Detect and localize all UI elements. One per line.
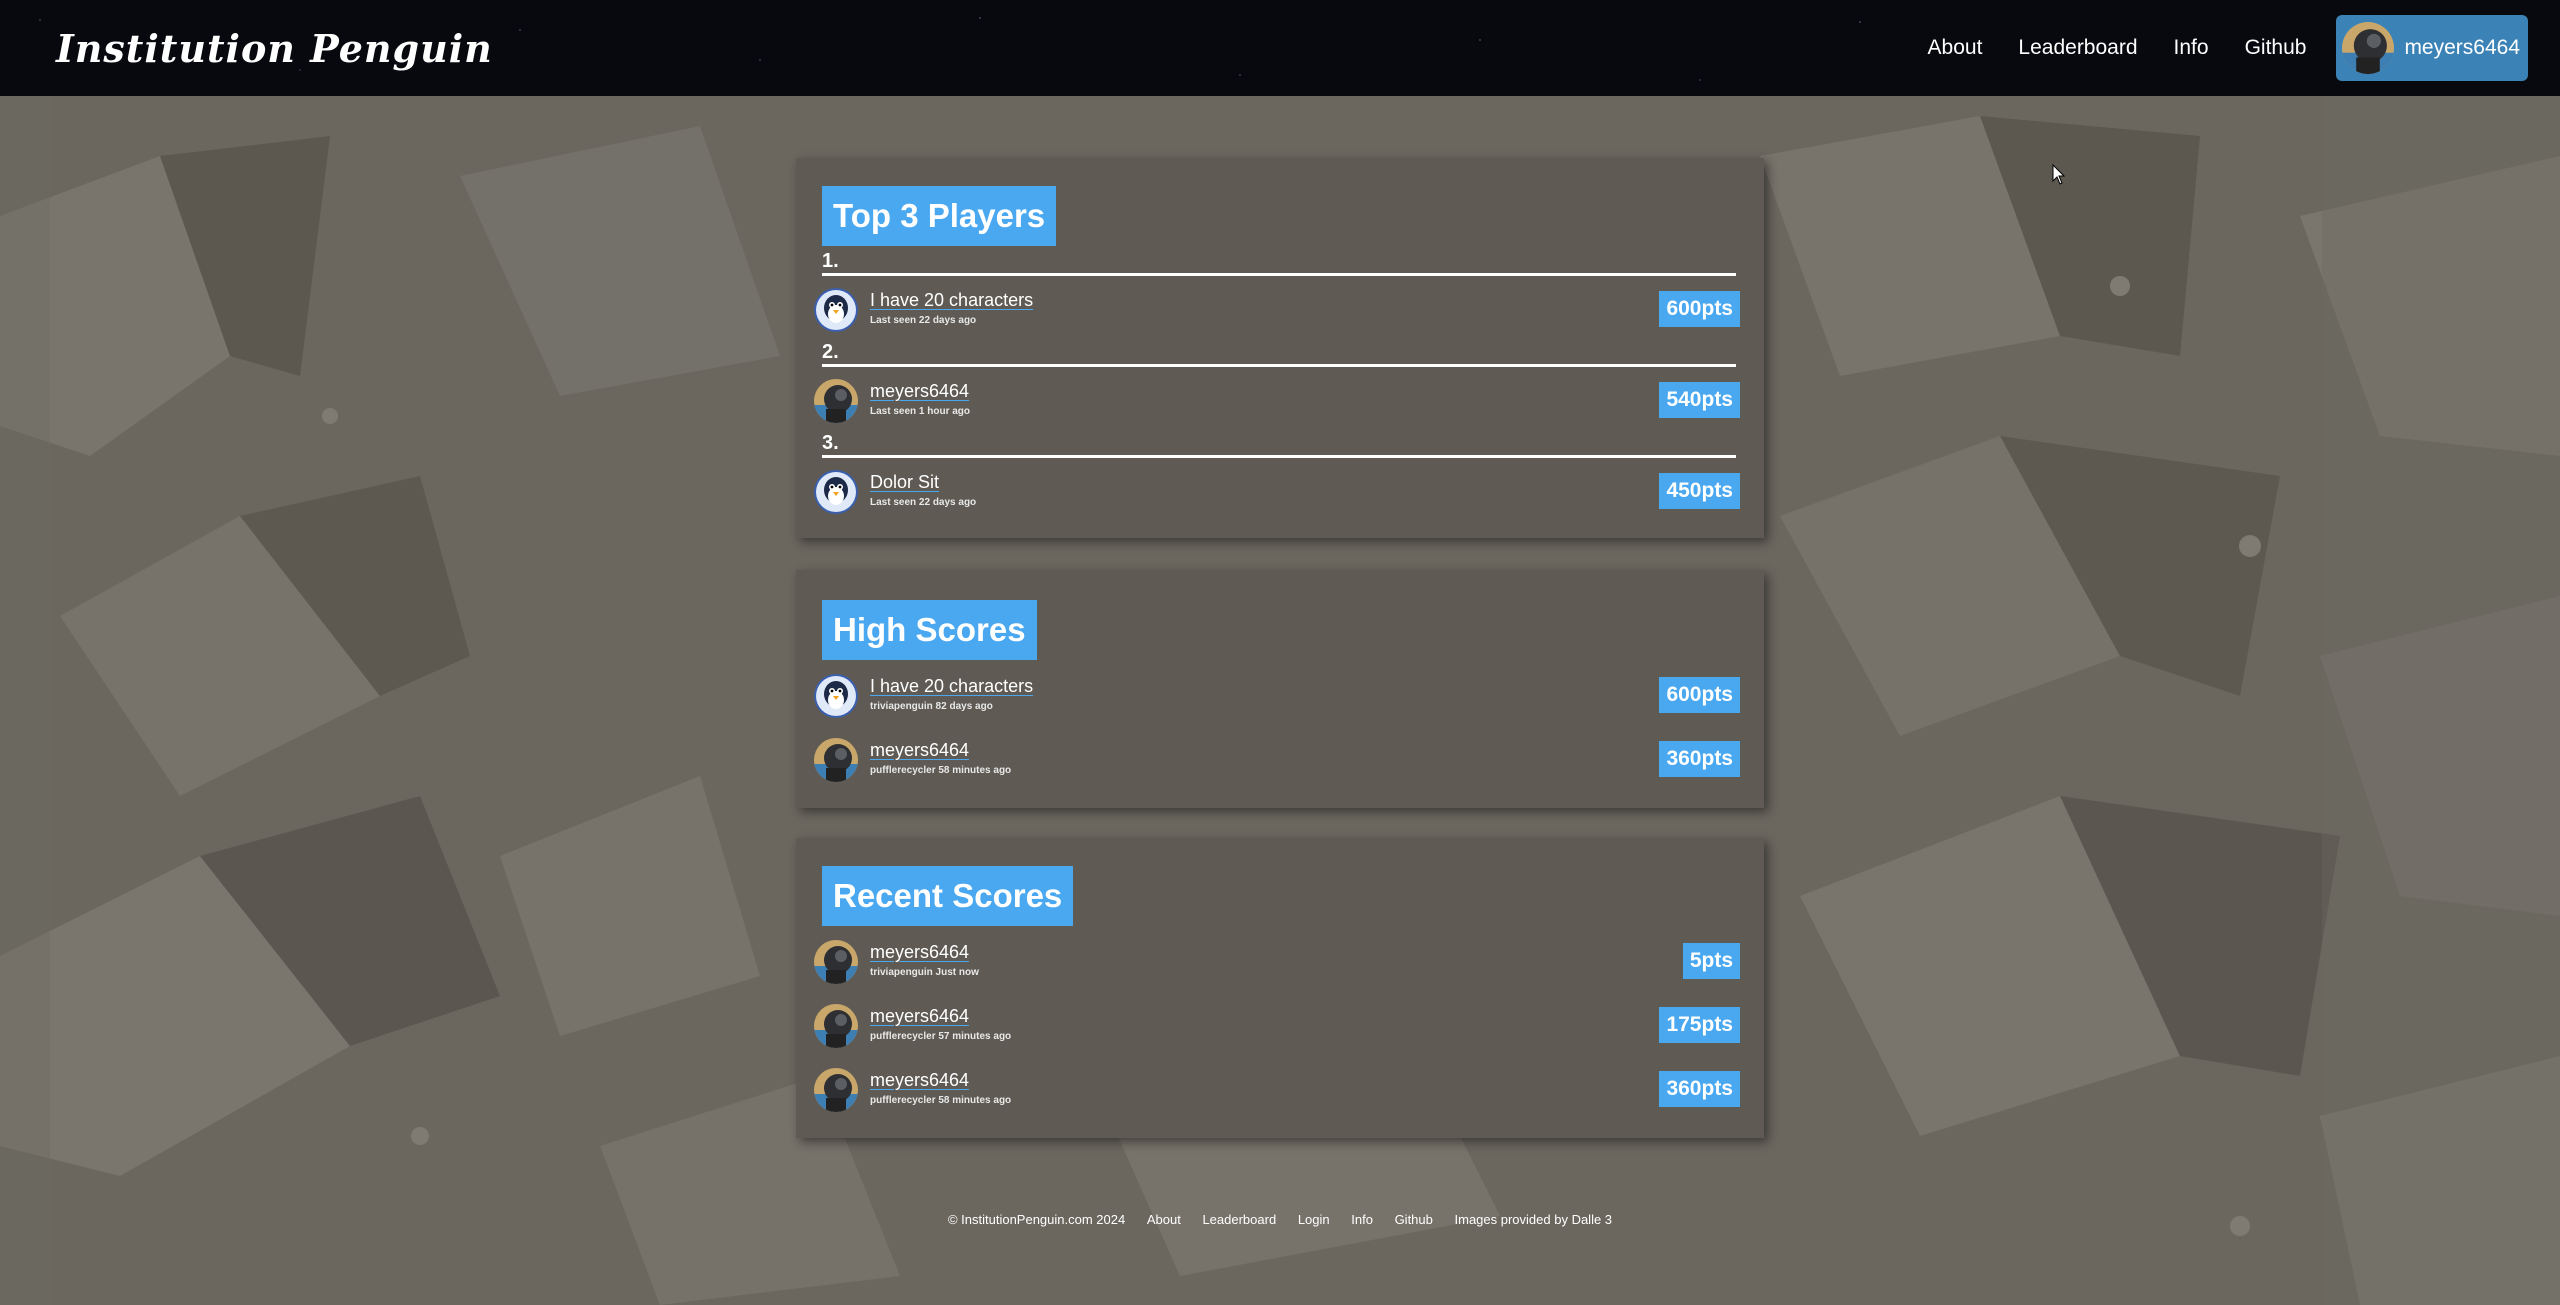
player-name-link[interactable]: meyers6464: [870, 1070, 969, 1091]
nav-links: About Leaderboard Info Github meyers6464: [1892, 14, 2528, 82]
nav-github-link[interactable]: Github: [2245, 36, 2307, 60]
rank-number: 2.: [822, 341, 839, 363]
footer-leaderboard-link[interactable]: Leaderboard: [1202, 1212, 1276, 1227]
score-row: meyers6464 pufflerecycler 58 minutes ago…: [814, 1066, 1740, 1114]
player-name-link[interactable]: I have 20 characters: [870, 676, 1033, 697]
user-name-label: meyers6464: [2404, 36, 2520, 59]
copyright-text: © InstitutionPenguin.com 2024: [947, 1212, 1126, 1227]
top-navbar: Institution Penguin About Leaderboard In…: [0, 0, 2560, 96]
penguin-avatar: [814, 288, 858, 332]
score-detail-text: triviapenguin Just now: [870, 967, 979, 978]
points-badge: 360pts: [1659, 1071, 1740, 1107]
rank-number: 1.: [822, 250, 839, 272]
score-detail-text: pufflerecycler 58 minutes ago: [870, 765, 1012, 776]
recent-scores-panel: Recent Scores meyers6464 triviapenguin J…: [796, 838, 1764, 1138]
rank-divider: [822, 455, 1736, 458]
points-badge: 360pts: [1659, 741, 1740, 777]
image-credit-text: Images provided by Dalle 3: [1454, 1212, 1613, 1227]
rank-divider: [822, 273, 1736, 276]
penguin-avatar: [814, 470, 858, 514]
nav-about-link[interactable]: About: [1928, 36, 1983, 60]
user-photo-avatar: [814, 940, 858, 984]
score-detail-text: pufflerecycler 58 minutes ago: [870, 1095, 1012, 1106]
points-badge: 600pts: [1659, 291, 1740, 327]
user-photo-avatar: [814, 1068, 858, 1112]
player-name-link[interactable]: I have 20 characters: [870, 290, 1033, 311]
user-photo-avatar: [814, 738, 858, 782]
footer-github-link[interactable]: Github: [1395, 1212, 1433, 1227]
footer-info-link[interactable]: Info: [1351, 1212, 1373, 1227]
player-name-link[interactable]: Dolor Sit: [870, 472, 939, 493]
player-row: meyers6464 Last seen 1 hour ago 540pts: [814, 377, 1740, 425]
nav-info-link[interactable]: Info: [2174, 36, 2209, 60]
nav-leaderboard-link[interactable]: Leaderboard: [2018, 36, 2137, 60]
points-badge: 600pts: [1659, 677, 1740, 713]
points-badge: 540pts: [1659, 382, 1740, 418]
player-name-link[interactable]: meyers6464: [870, 740, 969, 761]
player-name-link[interactable]: meyers6464: [870, 1006, 969, 1027]
panel-title: Top 3 Players: [822, 186, 1057, 246]
last-seen-text: Last seen 1 hour ago: [870, 406, 971, 417]
penguin-avatar: [814, 674, 858, 718]
points-badge: 175pts: [1659, 1007, 1740, 1043]
user-photo-avatar: [814, 379, 858, 423]
score-detail-text: triviapenguin 82 days ago: [870, 701, 993, 712]
user-menu-button[interactable]: meyers6464: [2336, 15, 2528, 81]
score-row: I have 20 characters triviapenguin 82 da…: [814, 672, 1740, 720]
page-footer: © InstitutionPenguin.com 2024 About Lead…: [0, 1212, 2560, 1227]
top-players-panel: Top 3 Players 1. I have 20 characters La…: [796, 158, 1764, 538]
high-scores-panel: High Scores I have 20 characters triviap…: [796, 570, 1764, 808]
score-detail-text: pufflerecycler 57 minutes ago: [870, 1031, 1012, 1042]
player-row: Dolor Sit Last seen 22 days ago 450pts: [814, 468, 1740, 516]
panel-title: Recent Scores: [822, 866, 1074, 926]
user-avatar: [2342, 22, 2394, 74]
footer-login-link[interactable]: Login: [1298, 1212, 1330, 1227]
background-edge: [2322, 96, 2560, 1305]
mouse-cursor-icon: [2052, 164, 2066, 185]
points-badge: 5pts: [1682, 943, 1740, 979]
user-photo-avatar: [814, 1004, 858, 1048]
site-logo[interactable]: Institution Penguin: [56, 26, 493, 71]
rank-divider: [822, 364, 1736, 367]
score-row: meyers6464 pufflerecycler 58 minutes ago…: [814, 736, 1740, 784]
player-name-link[interactable]: meyers6464: [870, 942, 969, 963]
panel-title: High Scores: [822, 600, 1037, 660]
score-row: meyers6464 pufflerecycler 57 minutes ago…: [814, 1002, 1740, 1050]
last-seen-text: Last seen 22 days ago: [870, 497, 977, 508]
player-name-link[interactable]: meyers6464: [870, 381, 969, 402]
last-seen-text: Last seen 22 days ago: [870, 315, 977, 326]
footer-about-link[interactable]: About: [1147, 1212, 1181, 1227]
rank-number: 3.: [822, 432, 839, 454]
points-badge: 450pts: [1659, 473, 1740, 509]
player-row: I have 20 characters Last seen 22 days a…: [814, 286, 1740, 334]
background-edge: [0, 96, 50, 1305]
score-row: meyers6464 triviapenguin Just now 5pts: [814, 938, 1740, 986]
